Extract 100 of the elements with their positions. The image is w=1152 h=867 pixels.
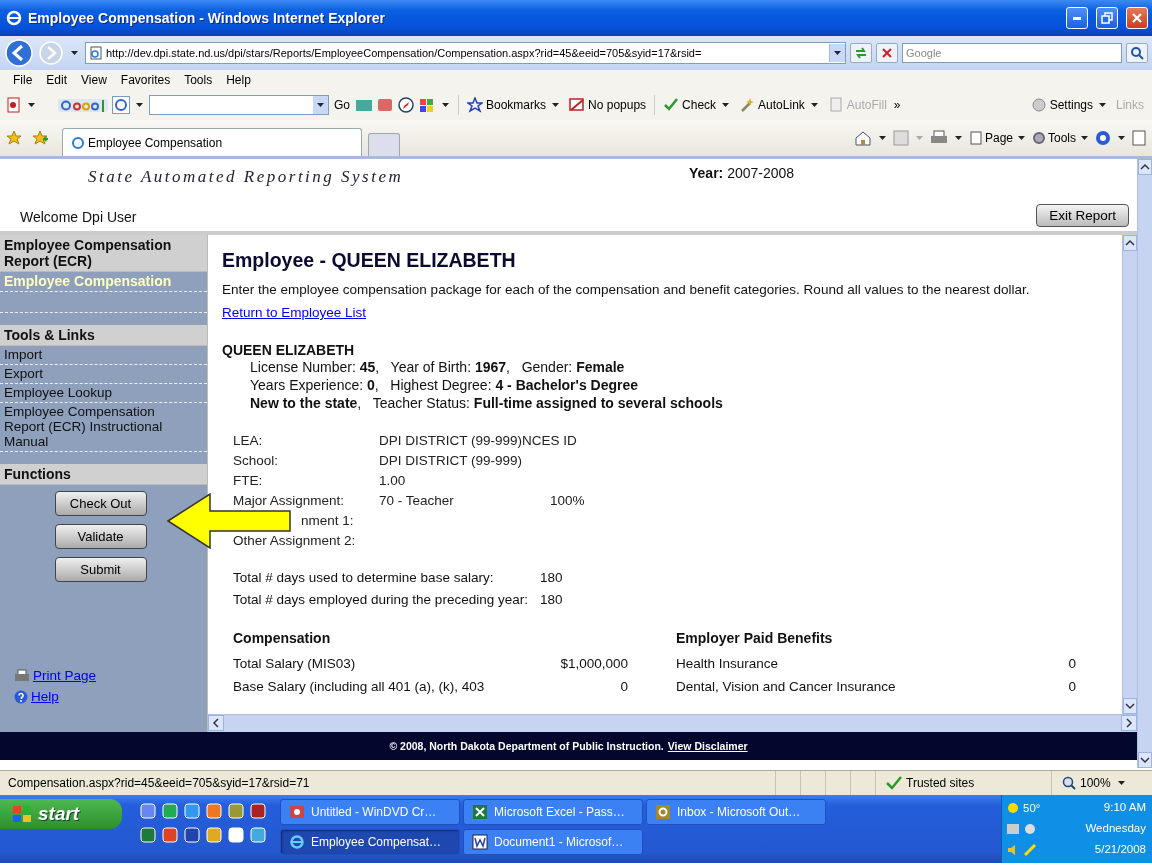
scroll-up-icon[interactable] [1140,163,1150,171]
caret-icon[interactable] [878,136,886,140]
back-button[interactable] [4,38,34,68]
google-search-field[interactable] [149,95,329,115]
app-shortcut-icon[interactable] [184,803,200,819]
scroll-down-icon[interactable] [1125,702,1135,710]
stop-icon[interactable] [881,47,893,59]
taskbar-window-button[interactable]: Document1 - Microsof… [463,829,643,855]
field-value: DPI DISTRICT (99-999)NCES ID [379,432,578,449]
printer-icon[interactable] [929,130,948,146]
app-shortcut-icon[interactable] [140,827,156,843]
form-icon [827,97,844,113]
settings-button[interactable]: Settings [1028,97,1111,113]
app-shortcut-icon[interactable] [162,827,178,843]
page-scrollbar[interactable] [1137,159,1152,768]
circle-icon [1030,97,1047,113]
content-scrollbar[interactable] [1122,235,1137,714]
caret-icon[interactable] [317,103,324,107]
stop-button[interactable] [876,43,898,63]
function-button[interactable]: Validate [54,524,147,549]
caret-icon[interactable] [1118,136,1125,140]
taskbar-window-button[interactable]: Inbox - Microsoft Out… [646,799,826,825]
minimize-button[interactable] [1066,7,1088,29]
tray-icon[interactable] [1023,843,1037,858]
disclaimer-link[interactable]: View Disclaimer [667,740,748,752]
caret-icon[interactable] [722,103,730,107]
sidebar-link[interactable]: Help [31,689,59,704]
menu-item[interactable]: Tools [177,72,220,88]
taskbar-window-button[interactable]: Microsoft Excel - Pass… [463,799,643,825]
close-icon [1131,12,1143,24]
weather-icon [1006,800,1020,815]
search-icon [1130,46,1144,60]
caret-icon[interactable] [1099,103,1106,107]
scroll-down-icon[interactable] [1140,756,1150,764]
compass-icon[interactable] [397,97,415,113]
menu-item[interactable]: Help [219,72,258,88]
app-shortcut-icon[interactable] [140,803,156,819]
menu-item[interactable]: View [74,72,114,88]
browser-tab[interactable]: Employee Compensation [62,128,362,156]
add-favorite-icon[interactable] [32,130,48,146]
menu-item[interactable]: Favorites [113,72,178,88]
caret-icon[interactable] [136,103,143,107]
sidebar-link[interactable]: Employee Compensation Report (ECR) Instructional Manual [0,403,207,452]
sidebar-link[interactable]: Export [0,365,207,384]
caret-icon[interactable] [1018,136,1025,140]
caret-icon[interactable] [954,136,962,140]
scroll-up-icon[interactable] [1125,239,1135,247]
sidebar-link[interactable]: Print Page [33,668,97,683]
caret-icon[interactable] [28,103,35,107]
toolbar-button[interactable]: AutoLink [737,97,823,113]
table-cell-text: Health Insurance [676,655,780,672]
field-label: School: [233,452,280,469]
function-button[interactable]: Submit [54,557,147,582]
caret-icon[interactable] [1081,136,1088,140]
tray-icon[interactable] [1023,822,1037,836]
mail-app-icon [655,804,671,820]
tools-menu-button[interactable]: Tools [1032,131,1091,145]
caret-icon[interactable] [810,103,818,107]
menu-item[interactable]: Edit [39,72,75,88]
search-field[interactable]: Google [902,43,1122,63]
toolbar-button[interactable]: No popups [567,97,649,113]
app-shortcut-icon[interactable] [228,803,244,819]
overflow-chevron[interactable]: » [891,98,903,112]
wand-icon [739,97,756,113]
favorites-star-icon[interactable] [6,130,22,146]
menu-item[interactable]: File [6,72,40,88]
search-button[interactable] [1126,43,1148,63]
taskbar-window-button[interactable]: Untitled - WinDVD Cr… [280,799,460,825]
caret-icon[interactable] [71,51,78,55]
page-menu-button[interactable]: Page [968,131,1028,145]
app-shortcut-icon[interactable] [206,827,222,843]
scroll-left-icon[interactable] [212,718,220,728]
address-field[interactable]: http://dev.dpi.state.nd.us/dpi/stars/Reports/EmployeeCompensation/Compensation.aspx?rid=45&eeid=705&syid=17&rsid= [85,42,846,64]
app-shortcut-icon[interactable] [162,803,178,819]
search-engine-icon[interactable] [112,96,130,114]
restore-button[interactable] [1096,7,1118,29]
caret-icon[interactable] [1117,781,1125,785]
return-link[interactable]: Return to Employee List [222,305,367,320]
function-button[interactable]: Check Out [54,491,147,516]
caret-icon[interactable] [834,51,841,55]
go-button[interactable]: Go [332,98,352,112]
app-shortcut-icon[interactable] [250,827,266,843]
toolbar-button[interactable]: Bookmarks [465,97,565,113]
exit-report-button[interactable]: Exit Report [1036,204,1129,227]
app-shortcut-icon[interactable] [250,803,266,819]
sidebar-link[interactable]: Import [0,346,207,365]
close-button[interactable] [1126,7,1148,29]
sidebar-link[interactable]: Employee Lookup [0,384,207,403]
app-shortcut-icon[interactable] [184,827,200,843]
magnifier-icon [1062,776,1076,790]
horizontal-scrollbar[interactable] [208,714,1137,732]
table-cell-text: Dental, Vision and Cancer Insurance [676,678,897,695]
app-shortcut-icon[interactable] [228,827,244,843]
caret-icon[interactable] [552,103,560,107]
toolbar-button[interactable]: Check [661,97,735,113]
home-icon[interactable] [853,130,872,146]
scroll-right-icon[interactable] [1125,718,1133,728]
app-shortcut-icon[interactable] [206,803,222,819]
taskbar-window-button[interactable]: Employee Compensat… [280,829,460,855]
caret-icon[interactable] [442,103,449,107]
